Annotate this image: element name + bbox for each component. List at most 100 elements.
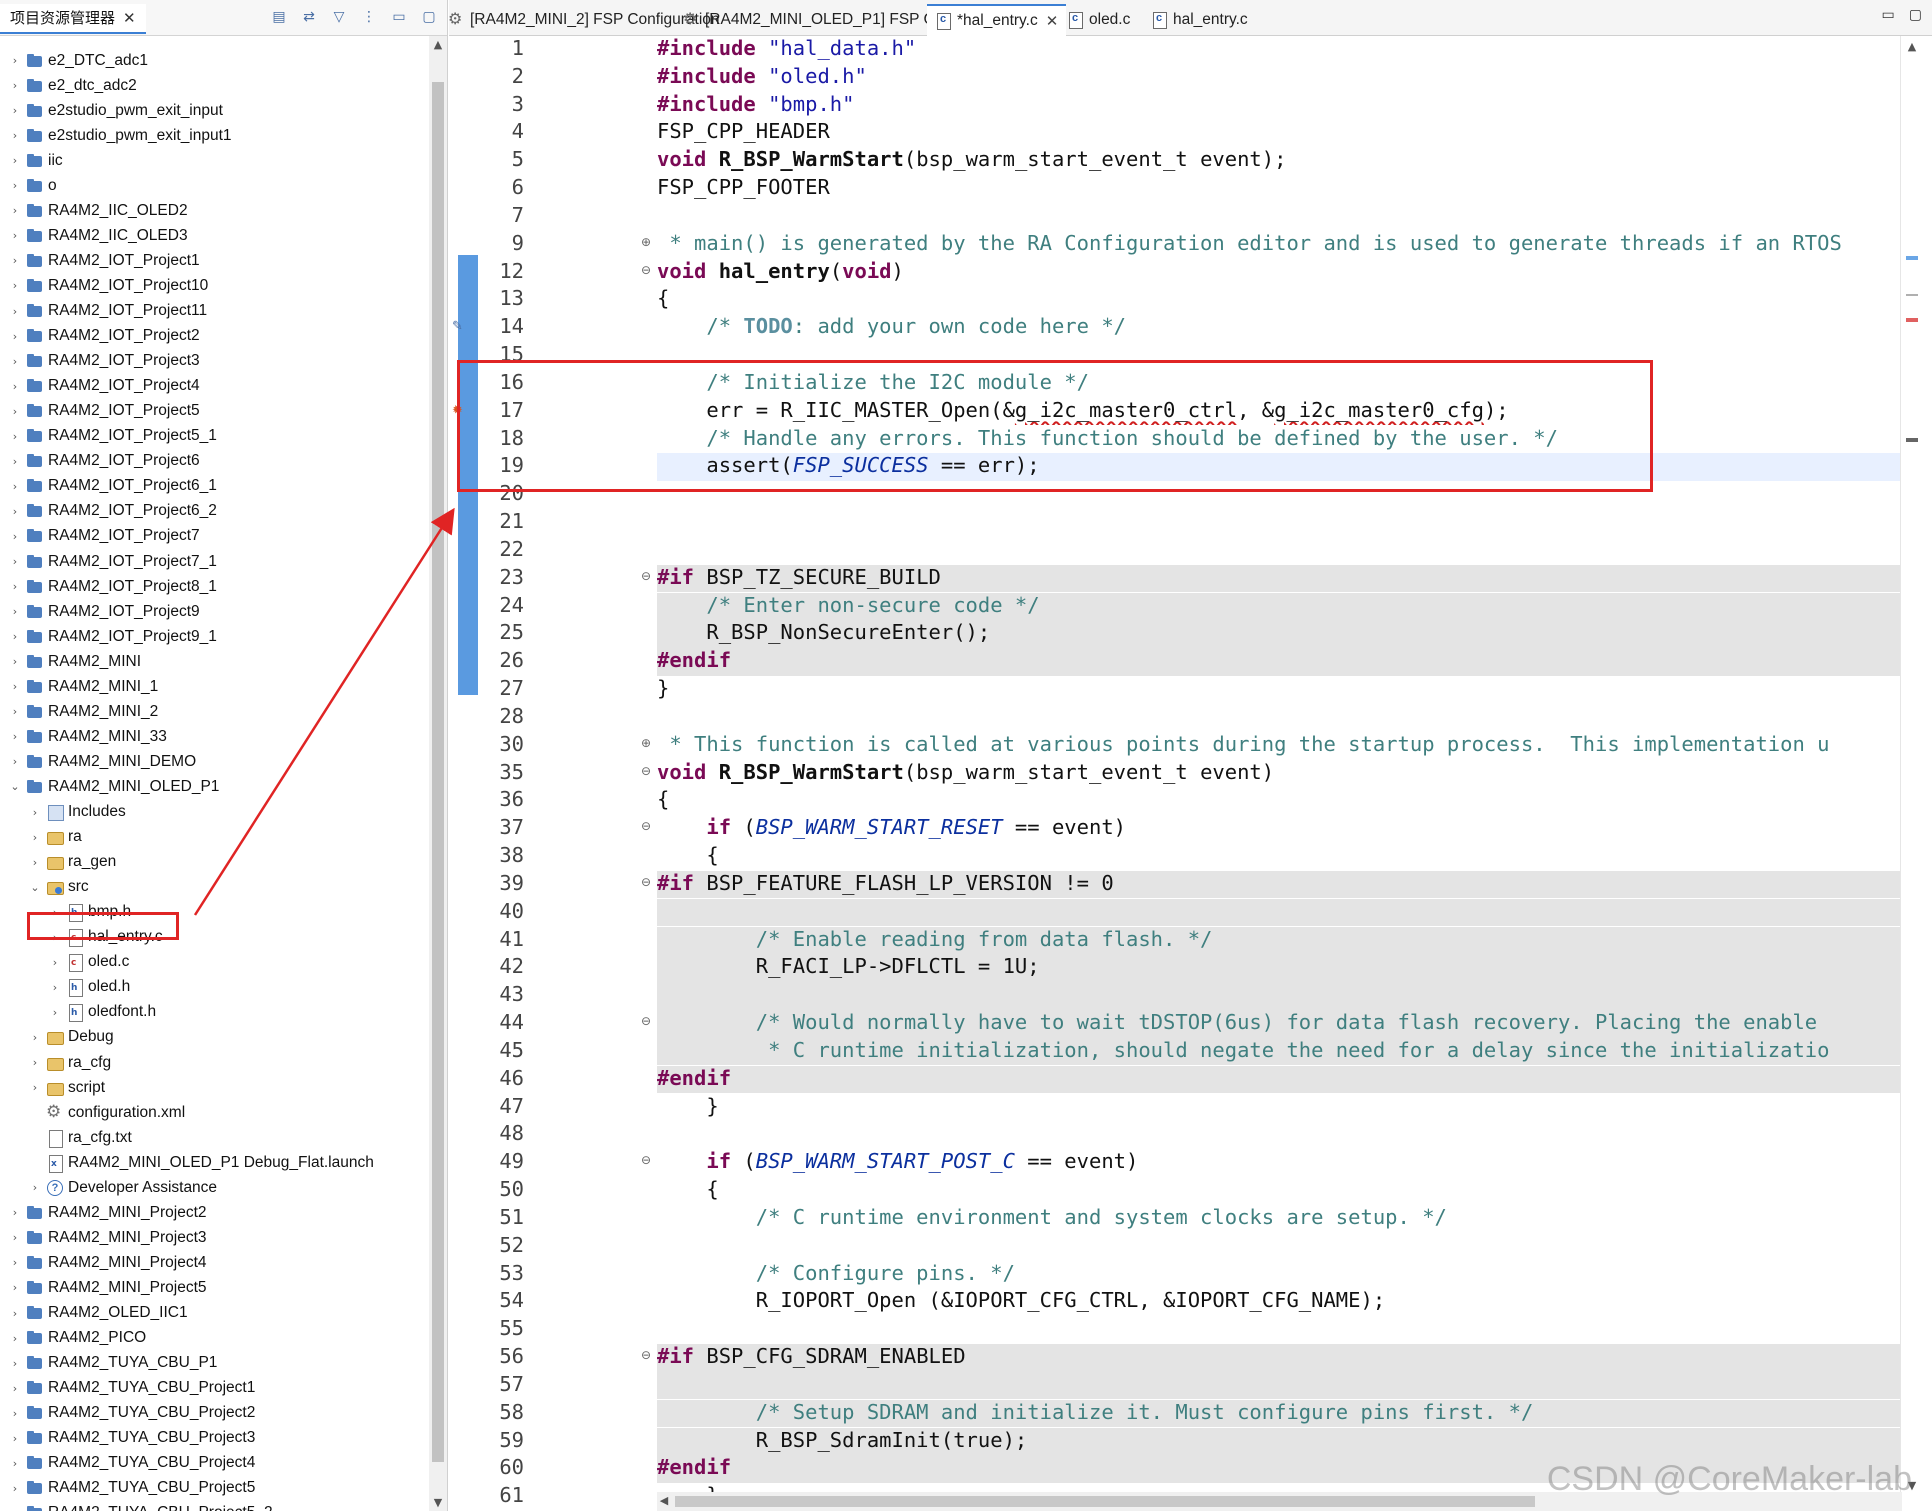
code-line[interactable]: #include "oled.h" bbox=[657, 64, 1902, 92]
tree-item[interactable]: › Developer Assistance bbox=[0, 1175, 430, 1200]
chevron-right-icon[interactable]: › bbox=[8, 755, 22, 768]
tree-item[interactable]: › RA4M2_MINI_1 bbox=[0, 674, 430, 699]
code-line[interactable]: { bbox=[657, 1177, 1902, 1205]
chevron-right-icon[interactable]: › bbox=[8, 1332, 22, 1345]
chevron-right-icon[interactable]: › bbox=[8, 104, 22, 117]
code-line[interactable]: } bbox=[657, 676, 1902, 704]
tree-item[interactable]: › RA4M2_IOT_Project6_2 bbox=[0, 499, 430, 524]
collapse-fold-icon[interactable]: ⊖ bbox=[641, 875, 653, 889]
editor-tab[interactable]: *hal_entry.c ✕ bbox=[927, 4, 1067, 36]
tree-item[interactable]: › RA4M2_IOT_Project9_1 bbox=[0, 624, 430, 649]
explorer-scroll-thumb[interactable] bbox=[432, 82, 444, 1462]
tree-item[interactable]: › RA4M2_IOT_Project6_1 bbox=[0, 474, 430, 499]
tree-item[interactable]: › RA4M2_IOT_Project11 bbox=[0, 299, 430, 324]
chevron-right-icon[interactable]: › bbox=[8, 229, 22, 242]
code-line[interactable]: #if BSP_CFG_SDRAM_ENABLED bbox=[657, 1344, 1902, 1372]
code-line[interactable]: if (BSP_WARM_START_POST_C == event) bbox=[657, 1149, 1902, 1177]
tree-item[interactable]: › h oledfont.h bbox=[0, 1000, 430, 1025]
tree-item[interactable]: › RA4M2_PICO bbox=[0, 1326, 430, 1351]
tree-item[interactable]: › RA4M2_OLED_IIC1 bbox=[0, 1301, 430, 1326]
chevron-right-icon[interactable]: › bbox=[28, 1056, 42, 1069]
maximize-icon[interactable]: ▢ bbox=[419, 6, 439, 26]
chevron-right-icon[interactable]: › bbox=[8, 455, 22, 468]
code-line[interactable] bbox=[657, 1233, 1902, 1261]
code-line[interactable]: * This function is called at various poi… bbox=[657, 732, 1902, 760]
tree-item[interactable]: ra_cfg.txt bbox=[0, 1125, 430, 1150]
chevron-right-icon[interactable]: › bbox=[8, 1357, 22, 1370]
chevron-right-icon[interactable]: › bbox=[8, 730, 22, 743]
tree-item[interactable]: › e2studio_pwm_exit_input1 bbox=[0, 123, 430, 148]
code-line[interactable] bbox=[657, 982, 1902, 1010]
tree-item[interactable]: › RA4M2_IOT_Project5 bbox=[0, 399, 430, 424]
chevron-right-icon[interactable]: › bbox=[8, 1256, 22, 1269]
explorer-tab[interactable]: 项目资源管理器 ✕ bbox=[0, 4, 146, 34]
tree-item[interactable]: › RA4M2_TUYA_CBU_Project4 bbox=[0, 1451, 430, 1476]
chevron-right-icon[interactable]: › bbox=[8, 655, 22, 668]
chevron-right-icon[interactable]: › bbox=[28, 1081, 42, 1094]
code-line[interactable]: R_BSP_SdramInit(true); bbox=[657, 1427, 1902, 1456]
chevron-right-icon[interactable]: › bbox=[48, 1006, 62, 1019]
overview-marker[interactable] bbox=[1906, 256, 1918, 260]
filter-icon[interactable]: ▽ bbox=[329, 6, 349, 26]
chevron-right-icon[interactable]: › bbox=[8, 54, 22, 67]
tree-item[interactable]: › RA4M2_IOT_Project3 bbox=[0, 349, 430, 374]
tree-item[interactable]: › RA4M2_IOT_Project5_1 bbox=[0, 424, 430, 449]
tree-item[interactable]: › RA4M2_IOT_Project1 bbox=[0, 248, 430, 273]
tree-item[interactable]: › RA4M2_IOT_Project10 bbox=[0, 273, 430, 298]
chevron-down-icon[interactable]: ⌄ bbox=[28, 881, 42, 894]
code-line[interactable]: FSP_CPP_FOOTER bbox=[657, 175, 1902, 203]
tree-item[interactable]: › RA4M2_TUYA_CBU_Project5_2 bbox=[0, 1501, 430, 1511]
tree-item[interactable]: › RA4M2_IOT_Project4 bbox=[0, 374, 430, 399]
chevron-right-icon[interactable]: › bbox=[8, 580, 22, 593]
chevron-right-icon[interactable]: › bbox=[48, 981, 62, 994]
tree-item[interactable]: › RA4M2_MINI_DEMO bbox=[0, 749, 430, 774]
code-line[interactable] bbox=[657, 203, 1902, 231]
tree-item[interactable]: › RA4M2_IOT_Project6 bbox=[0, 449, 430, 474]
chevron-right-icon[interactable]: › bbox=[8, 305, 22, 318]
chevron-right-icon[interactable]: › bbox=[8, 1457, 22, 1470]
chevron-right-icon[interactable]: › bbox=[8, 505, 22, 518]
chevron-right-icon[interactable]: › bbox=[8, 405, 22, 418]
scroll-left-icon[interactable]: ◀ bbox=[657, 1494, 671, 1507]
editor-vscrollbar[interactable]: ▲ ▼ bbox=[1900, 36, 1922, 1496]
tree-item[interactable]: › e2_dtc_adc2 bbox=[0, 73, 430, 98]
tree-item[interactable]: › RA4M2_MINI_2 bbox=[0, 699, 430, 724]
chevron-right-icon[interactable]: › bbox=[8, 1482, 22, 1495]
minimize-icon[interactable]: ▭ bbox=[389, 6, 409, 26]
collapse-fold-icon[interactable]: ⊖ bbox=[641, 819, 653, 833]
code-line[interactable]: { bbox=[657, 843, 1902, 871]
tree-item[interactable]: › RA4M2_IOT_Project7 bbox=[0, 524, 430, 549]
chevron-right-icon[interactable]: › bbox=[8, 530, 22, 543]
code-line[interactable]: /* Enter non-secure code */ bbox=[657, 592, 1902, 621]
chevron-right-icon[interactable]: › bbox=[8, 1231, 22, 1244]
code-line[interactable] bbox=[657, 898, 1902, 927]
task-marker-icon[interactable]: ✎ bbox=[452, 319, 468, 335]
code-line[interactable]: /* Configure pins. */ bbox=[657, 1261, 1902, 1289]
code-line[interactable]: * C runtime initialization, should negat… bbox=[657, 1037, 1902, 1066]
tree-item[interactable]: › RA4M2_IOT_Project9 bbox=[0, 599, 430, 624]
chevron-down-icon[interactable]: ⌄ bbox=[8, 780, 22, 793]
chevron-right-icon[interactable]: › bbox=[28, 1031, 42, 1044]
close-tab-icon[interactable]: ✕ bbox=[1046, 12, 1059, 30]
link-editor-icon[interactable]: ⇄ bbox=[299, 6, 319, 26]
chevron-right-icon[interactable]: › bbox=[8, 605, 22, 618]
chevron-right-icon[interactable]: › bbox=[8, 555, 22, 568]
collapse-fold-icon[interactable]: ⊖ bbox=[641, 263, 653, 277]
chevron-right-icon[interactable]: › bbox=[8, 380, 22, 393]
tree-item[interactable]: › RA4M2_IOT_Project7_1 bbox=[0, 549, 430, 574]
chevron-right-icon[interactable]: › bbox=[48, 956, 62, 969]
code-line[interactable]: { bbox=[657, 787, 1902, 815]
chevron-right-icon[interactable]: › bbox=[28, 1181, 42, 1194]
chevron-right-icon[interactable]: › bbox=[8, 204, 22, 217]
tree-item[interactable]: › Debug bbox=[0, 1025, 430, 1050]
code-line[interactable]: R_FACI_LP->DFLCTL = 1U; bbox=[657, 954, 1902, 982]
editor-tab[interactable]: oled.c bbox=[1059, 4, 1138, 36]
code-line[interactable] bbox=[657, 1371, 1902, 1400]
tree-item[interactable]: › RA4M2_IIC_OLED2 bbox=[0, 198, 430, 223]
chevron-right-icon[interactable]: › bbox=[8, 1507, 22, 1511]
code-line[interactable]: #endif bbox=[657, 1065, 1902, 1094]
collapse-fold-icon[interactable]: ⊖ bbox=[641, 1014, 653, 1028]
tree-item[interactable]: configuration.xml bbox=[0, 1100, 430, 1125]
code-line[interactable] bbox=[657, 1316, 1902, 1344]
code-line[interactable]: /* Enable reading from data flash. */ bbox=[657, 926, 1902, 955]
